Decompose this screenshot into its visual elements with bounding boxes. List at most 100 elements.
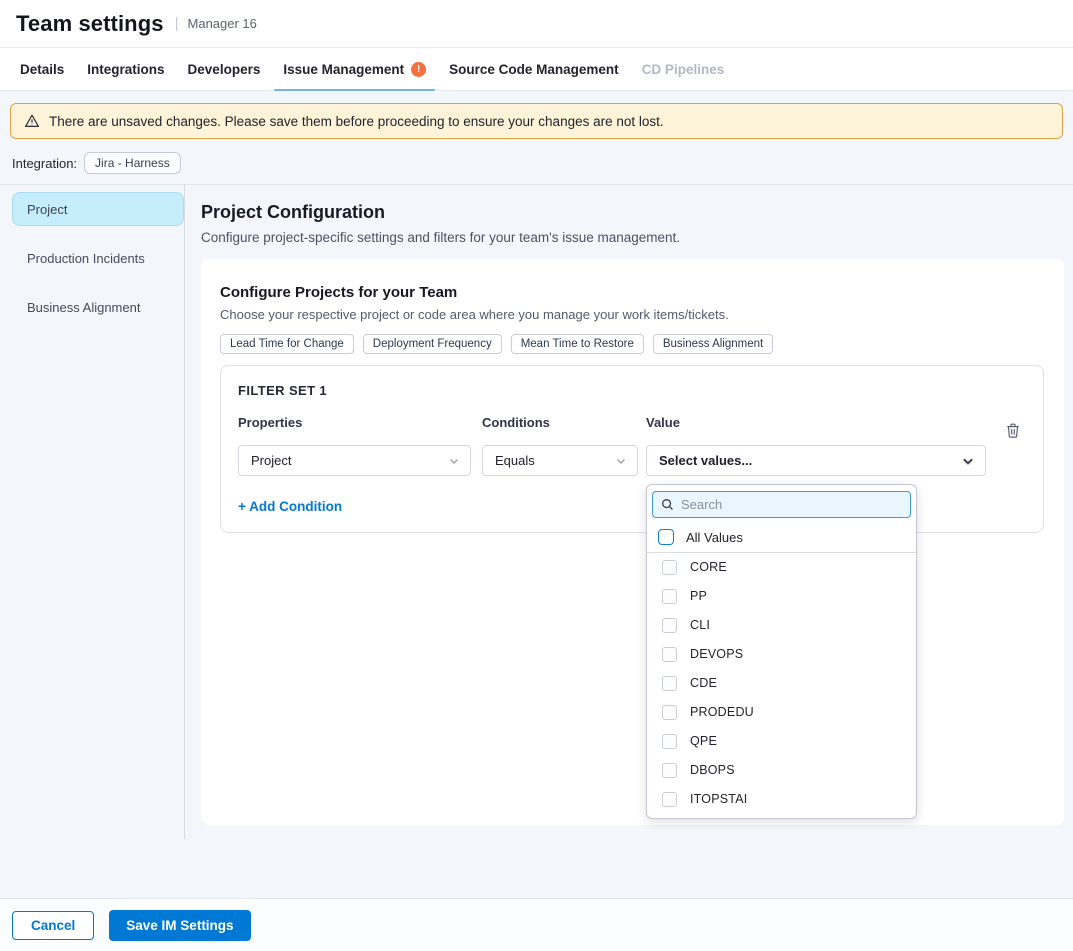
integration-chip[interactable]: Jira - Harness [84, 152, 181, 174]
integration-label: Integration: [12, 156, 77, 171]
add-condition-button[interactable]: + Add Condition [238, 499, 342, 514]
unsaved-alert-badge-icon: ! [411, 62, 426, 77]
chevron-down-icon [615, 455, 627, 467]
trash-icon [1005, 422, 1021, 442]
chip-lead-time-for-change[interactable]: Lead Time for Change [220, 334, 354, 354]
warning-triangle-icon [24, 113, 40, 129]
tab-label: Integrations [87, 62, 164, 77]
tab-label: Issue Management [283, 62, 404, 77]
cancel-button[interactable]: Cancel [12, 911, 94, 940]
app-header: Team settings | Manager 16 [0, 0, 1073, 48]
option-checkbox[interactable] [662, 618, 677, 633]
sidebar-item-label: Production Incidents [27, 251, 145, 266]
option-itopstai[interactable]: ITOPSTAI [647, 785, 916, 814]
tab-cd-pipelines: CD Pipelines [640, 48, 727, 90]
save-im-settings-button[interactable]: Save IM Settings [109, 910, 250, 941]
section-title: Project Configuration [201, 202, 1064, 223]
banner-text: There are unsaved changes. Please save t… [49, 114, 664, 129]
option-pp[interactable]: PP [647, 582, 916, 611]
page-title: Team settings [16, 11, 164, 37]
dropdown-search-box [652, 491, 911, 518]
option-label: PRODEDU [690, 705, 754, 720]
spacer [0, 839, 1073, 898]
tab-details[interactable]: Details [18, 48, 66, 90]
option-core[interactable]: CORE [647, 553, 916, 582]
option-prodedu[interactable]: PRODEDU [647, 698, 916, 727]
option-label: CORE [690, 560, 727, 575]
option-qpe[interactable]: QPE [647, 727, 916, 756]
dropdown-search-input[interactable] [681, 497, 902, 512]
conditions-column-header: Conditions [482, 415, 638, 430]
sidebar-item-project[interactable]: Project [12, 192, 184, 226]
option-label: ITOPSTAI [690, 792, 747, 807]
tab-source-code-management[interactable]: Source Code Management [447, 48, 621, 90]
sidebar-item-label: Project [27, 202, 67, 217]
option-checkbox[interactable] [662, 763, 677, 778]
settings-sidebar: Project Production Incidents Business Al… [0, 185, 185, 839]
option-label: CDE [690, 676, 717, 691]
option-checkbox[interactable] [662, 676, 677, 691]
footer-actions: Cancel Save IM Settings [0, 898, 1073, 951]
option-checkbox[interactable] [662, 647, 677, 662]
filter-set-title: FILTER SET 1 [238, 383, 1027, 398]
metric-chips-row: Lead Time for Change Deployment Frequenc… [220, 334, 1044, 354]
option-all-values[interactable]: All Values [647, 523, 916, 553]
delete-condition-button[interactable] [1005, 422, 1021, 442]
sidebar-item-business-alignment[interactable]: Business Alignment [12, 290, 184, 324]
value-multiselect[interactable]: Select values... [646, 445, 986, 476]
settings-tabs: Details Integrations Developers Issue Ma… [0, 48, 1073, 91]
tab-label: Developers [188, 62, 261, 77]
main-panel: Project Configuration Configure project-… [185, 185, 1073, 839]
team-settings-page: Team settings | Manager 16 Details Integ… [0, 0, 1073, 951]
card-subtitle: Choose your respective project or code a… [220, 307, 1044, 322]
option-checkbox[interactable] [662, 792, 677, 807]
integration-row: Integration: Jira - Harness [12, 152, 1073, 174]
option-label: DBOPS [690, 763, 735, 778]
option-label: DEVOPS [690, 647, 743, 662]
option-checkbox[interactable] [662, 589, 677, 604]
value-select-placeholder: Select values... [659, 453, 752, 468]
tab-label: Source Code Management [449, 62, 619, 77]
option-dbops[interactable]: DBOPS [647, 756, 916, 785]
option-label: QPE [690, 734, 717, 749]
option-label: All Values [686, 530, 743, 545]
tab-developers[interactable]: Developers [186, 48, 263, 90]
unsaved-changes-banner: There are unsaved changes. Please save t… [10, 103, 1063, 139]
chevron-down-icon [448, 455, 460, 467]
option-checkbox[interactable] [662, 705, 677, 720]
option-label: PP [690, 589, 707, 604]
property-select[interactable]: Project [238, 445, 471, 476]
sidebar-item-production-incidents[interactable]: Production Incidents [12, 241, 184, 275]
chip-business-alignment[interactable]: Business Alignment [653, 334, 773, 354]
filter-header-row: Properties Project Conditions [238, 415, 1027, 476]
condition-select-value: Equals [495, 453, 535, 468]
option-checkbox[interactable] [662, 560, 677, 575]
option-label: CLI [690, 618, 710, 633]
option-cde[interactable]: CDE [647, 669, 916, 698]
all-values-checkbox[interactable] [658, 529, 674, 545]
properties-column-header: Properties [238, 415, 471, 430]
tab-label: CD Pipelines [642, 62, 725, 77]
tab-integrations[interactable]: Integrations [85, 48, 166, 90]
value-dropdown-panel: All Values CORE PP [646, 484, 917, 819]
option-checkbox[interactable] [662, 734, 677, 749]
tab-issue-management[interactable]: Issue Management ! [281, 48, 428, 90]
title-separator: | [175, 15, 179, 32]
option-devops[interactable]: DEVOPS [647, 640, 916, 669]
configure-projects-card: Configure Projects for your Team Choose … [201, 259, 1064, 825]
chip-mean-time-to-restore[interactable]: Mean Time to Restore [511, 334, 644, 354]
chip-deployment-frequency[interactable]: Deployment Frequency [363, 334, 502, 354]
option-pipe[interactable]: PIPE [647, 814, 916, 819]
tab-label: Details [20, 62, 64, 77]
option-cli[interactable]: CLI [647, 611, 916, 640]
team-name-label: Manager 16 [188, 16, 257, 31]
filter-set-1: FILTER SET 1 Properties Project [220, 365, 1044, 533]
property-select-value: Project [251, 453, 291, 468]
chevron-down-icon [961, 454, 975, 468]
content-wrap: Project Production Incidents Business Al… [0, 185, 1073, 839]
section-subtitle: Configure project-specific settings and … [201, 230, 1064, 245]
sidebar-item-label: Business Alignment [27, 300, 140, 315]
page-body: There are unsaved changes. Please save t… [0, 91, 1073, 951]
condition-select[interactable]: Equals [482, 445, 638, 476]
value-column-header: Value [646, 415, 986, 430]
